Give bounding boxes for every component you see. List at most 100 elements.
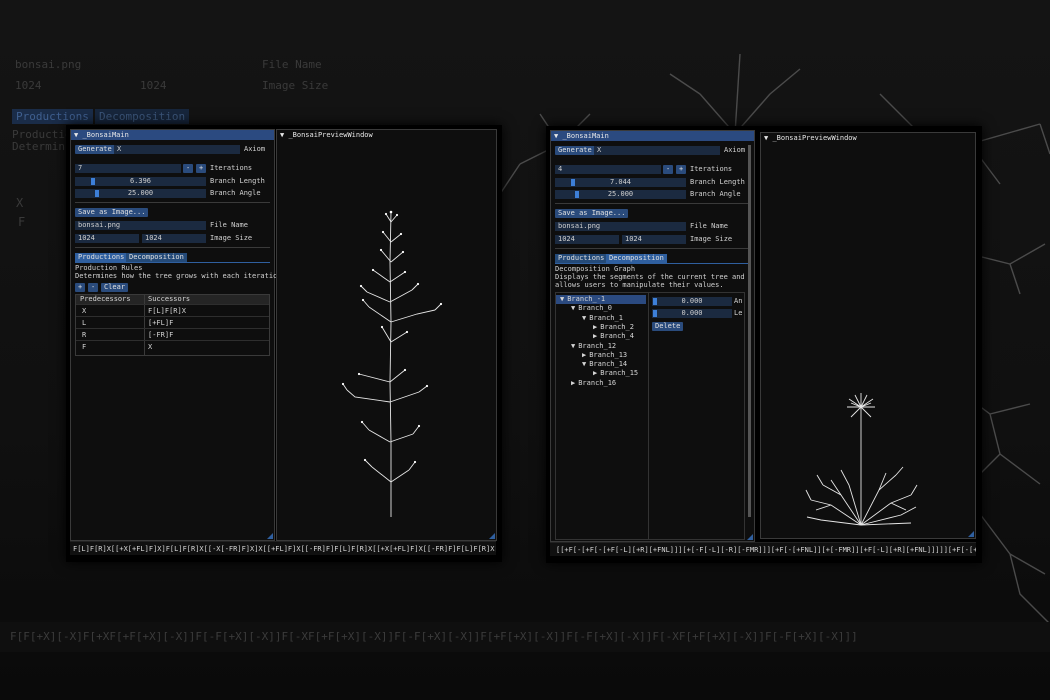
left-image-width-input[interactable]: 1024 <box>75 234 139 243</box>
collapsed-arrow-icon[interactable]: ▶ <box>571 379 575 387</box>
col-predecessors: Predecessors <box>80 295 131 303</box>
tree-node[interactable]: ▶ Branch_16 <box>556 379 646 388</box>
collapsed-arrow-icon[interactable]: ▶ <box>593 369 597 377</box>
left-preview-titlebar[interactable]: ▼ _BonsaiPreviewWindow <box>277 130 496 140</box>
slider-grab[interactable] <box>653 310 657 317</box>
left-clear-button[interactable]: Clear <box>101 283 129 292</box>
left-rules-table: Predecessors Successors X F[L]F[R]X L [+… <box>75 294 270 356</box>
right-save-image-button[interactable]: Save as Image... <box>555 209 629 218</box>
tree-node[interactable]: ▶ Branch_2 <box>556 323 646 332</box>
scrollbar[interactable] <box>748 145 751 517</box>
right-branch-length-value-slider[interactable]: 0.000 <box>652 309 732 318</box>
left-tab-productions[interactable]: Productions <box>75 253 128 262</box>
right-file-name-input[interactable]: bonsai.png <box>555 222 686 231</box>
right-iterations-input[interactable]: 4 <box>555 165 661 174</box>
expanded-arrow-icon[interactable]: ▼ <box>560 295 564 303</box>
table-header: Predecessors Successors <box>76 295 269 304</box>
left-main-title: _BonsaiMain <box>82 131 129 139</box>
bg-size-h: 1024 <box>140 79 167 92</box>
tree-node[interactable]: ▶ Branch_15 <box>556 369 646 378</box>
right-image-width-input[interactable]: 1024 <box>555 235 619 244</box>
right-preview-titlebar[interactable]: ▼ _BonsaiPreviewWindow <box>761 133 975 143</box>
tree-node[interactable]: ▶ Branch_13 <box>556 351 646 360</box>
right-tab-productions[interactable]: Productions <box>555 254 608 263</box>
tree-node-label: Branch_-1 <box>567 295 606 303</box>
right-branch-editor: 0.000 An 0.000 Le Delete <box>648 292 745 540</box>
right-iterations-label: Iterations <box>690 165 733 173</box>
right-decomposition-tree: ▼ Branch_-1 ▼ Branch_0 ▼ Branch_1 ▶ Branch_2 ▶ Br… <box>555 292 649 540</box>
tree-node[interactable]: ▼ Branch_-1 <box>556 295 646 304</box>
tree-node[interactable]: ▼ Branch_12 <box>556 342 646 351</box>
right-branch-angle-value: 25.000 <box>607 190 634 198</box>
left-add-rule-button[interactable]: + <box>75 283 85 292</box>
left-save-image-button[interactable]: Save as Image... <box>75 208 149 217</box>
expanded-arrow-icon[interactable]: ▼ <box>571 342 575 350</box>
slider-grab[interactable] <box>95 190 99 197</box>
resize-grip[interactable] <box>968 531 974 537</box>
tree-node[interactable]: ▼ Branch_1 <box>556 314 646 323</box>
right-iterations-minus-button[interactable]: - <box>663 165 673 174</box>
left-branch-angle-value: 25.000 <box>127 189 154 197</box>
slider-grab[interactable] <box>653 298 657 305</box>
right-generate-button[interactable]: Generate <box>555 146 595 155</box>
collapsed-arrow-icon[interactable]: ▶ <box>593 332 597 340</box>
tab-underline <box>555 263 750 264</box>
expanded-arrow-icon[interactable]: ▼ <box>571 304 575 312</box>
slider-grab[interactable] <box>91 178 95 185</box>
collapsed-arrow-icon[interactable]: ▶ <box>582 351 586 359</box>
right-section-desc-2: allows users to manipulate their values. <box>555 281 724 289</box>
right-val1: 0.000 <box>681 297 703 305</box>
left-branch-length-slider[interactable]: 6.396 <box>75 177 206 186</box>
right-branch-angle-slider[interactable]: 25.000 <box>555 190 686 199</box>
right-main-window: ▼ _BonsaiMain Generate X Axiom 4 - + Ite… <box>550 130 755 542</box>
right-preview-title: _BonsaiPreviewWindow <box>772 134 857 142</box>
right-main-title: _BonsaiMain <box>562 132 609 140</box>
resize-grip[interactable] <box>747 534 753 540</box>
expanded-arrow-icon[interactable]: ▼ <box>582 360 586 368</box>
right-delete-button[interactable]: Delete <box>652 322 684 331</box>
right-branch-angle-value-slider[interactable]: 0.000 <box>652 297 732 306</box>
rule-successor[interactable]: X <box>148 341 152 353</box>
right-branch-length-slider[interactable]: 7.044 <box>555 178 686 187</box>
separator <box>75 247 270 248</box>
bg-x-glyph: X <box>16 196 24 210</box>
slider-grab[interactable] <box>575 191 579 198</box>
right-iterations-plus-button[interactable]: + <box>676 165 686 174</box>
right-main-titlebar[interactable]: ▼ _BonsaiMain <box>551 131 754 141</box>
right-val2-label: Le <box>734 309 743 317</box>
resize-grip[interactable] <box>267 533 273 539</box>
right-image-height-input[interactable]: 1024 <box>622 235 686 244</box>
table-row[interactable]: F X <box>76 340 269 353</box>
left-generate-button[interactable]: Generate <box>75 145 115 154</box>
left-iterations-plus-button[interactable]: + <box>196 164 206 173</box>
right-tree-preview <box>805 393 918 526</box>
tree-node-label: Branch_2 <box>600 322 634 331</box>
left-axiom-input[interactable]: X <box>114 145 240 154</box>
left-tab-decomposition[interactable]: Decomposition <box>126 253 187 262</box>
separator <box>555 248 750 249</box>
tab-underline <box>75 262 270 263</box>
resize-grip[interactable] <box>489 533 495 539</box>
left-preview-window: ▼ _BonsaiPreviewWindow <box>276 129 497 541</box>
left-file-name-input[interactable]: bonsai.png <box>75 221 206 230</box>
tree-node[interactable]: ▶ Branch_4 <box>556 332 646 341</box>
left-iterations-minus-button[interactable]: - <box>183 164 193 173</box>
expanded-arrow-icon[interactable]: ▼ <box>582 314 586 322</box>
bg-file-name-value: bonsai.png <box>15 58 82 71</box>
left-axiom-label: Axiom <box>244 145 266 153</box>
slider-grab[interactable] <box>571 179 575 186</box>
collapsed-arrow-icon[interactable]: ▶ <box>593 323 597 331</box>
left-main-titlebar[interactable]: ▼ _BonsaiMain <box>71 130 274 140</box>
left-iterations-input[interactable]: 7 <box>75 164 181 173</box>
right-tab-decomposition[interactable]: Decomposition <box>606 254 667 263</box>
left-branch-angle-slider[interactable]: 25.000 <box>75 189 206 198</box>
left-remove-rule-button[interactable]: - <box>88 283 98 292</box>
right-axiom-input[interactable]: X <box>594 146 720 155</box>
separator <box>75 202 270 203</box>
col-successors: Successors <box>148 295 191 303</box>
rule-predecessor[interactable]: F <box>82 341 86 353</box>
tree-node[interactable]: ▼ Branch_14 <box>556 360 646 369</box>
left-screenshot: ▼ _BonsaiMain Generate X Axiom 7 - + Ite… <box>66 125 502 562</box>
tree-node[interactable]: ▼ Branch_0 <box>556 304 646 313</box>
left-image-height-input[interactable]: 1024 <box>142 234 206 243</box>
